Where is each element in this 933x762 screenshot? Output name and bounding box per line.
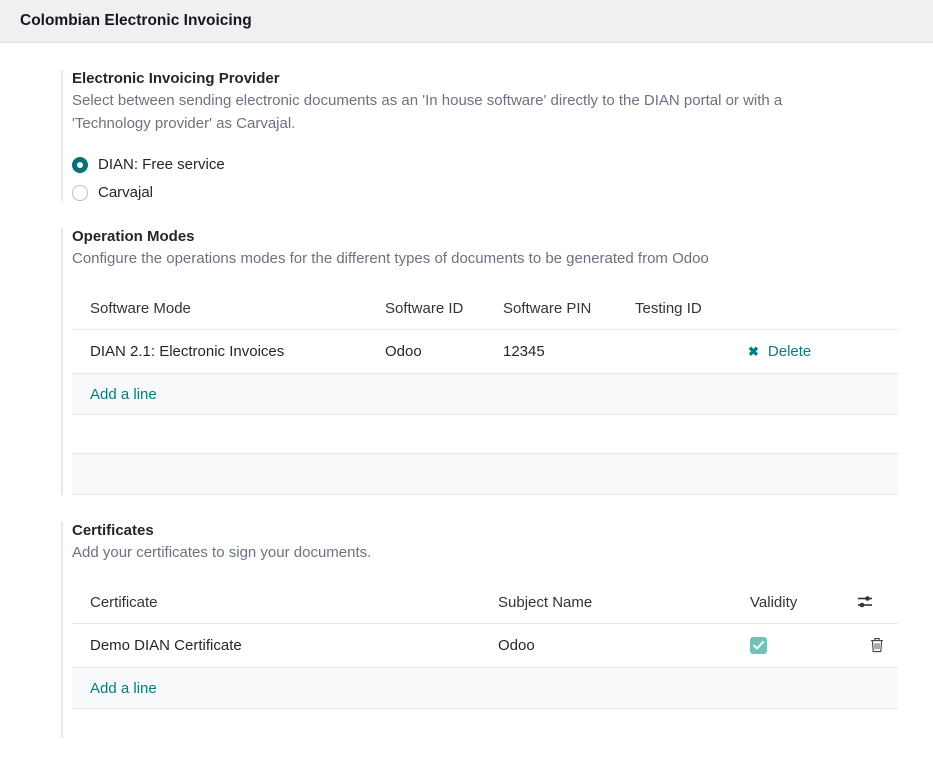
cell-subject-name[interactable]: Odoo bbox=[498, 624, 740, 668]
table-row[interactable]: Demo DIAN Certificate Odoo bbox=[72, 624, 898, 668]
certificates-table: Certificate Subject Name Validity bbox=[72, 583, 898, 710]
operation-modes-section: Operation Modes Configure the operations… bbox=[61, 228, 933, 495]
provider-section: Electronic Invoicing Provider Select bet… bbox=[61, 70, 933, 201]
trash-icon bbox=[870, 641, 884, 656]
table-row[interactable]: DIAN 2.1: Electronic Invoices Odoo 12345… bbox=[72, 330, 898, 374]
provider-radio-group: DIAN: Free service Carvajal bbox=[72, 156, 933, 201]
add-a-line-row: Add a line bbox=[72, 374, 898, 415]
add-a-line-link[interactable]: Add a line bbox=[90, 386, 157, 403]
delete-button-label: Delete bbox=[768, 343, 811, 360]
certificates-description: Add your certificates to sign your docum… bbox=[72, 542, 862, 565]
delete-certificate-button[interactable] bbox=[868, 635, 886, 655]
validity-checkbox-checked[interactable] bbox=[750, 637, 767, 654]
cell-software-id[interactable]: Odoo bbox=[385, 330, 503, 374]
column-header-actions bbox=[740, 289, 898, 330]
certificates-header-row: Certificate Subject Name Validity bbox=[72, 583, 898, 624]
optional-columns-button[interactable] bbox=[855, 592, 875, 612]
column-header-software-id[interactable]: Software ID bbox=[385, 289, 503, 330]
sliders-icon bbox=[857, 598, 873, 613]
radio-option-dian[interactable]: DIAN: Free service bbox=[72, 156, 933, 173]
operation-modes-description: Configure the operations modes for the d… bbox=[72, 248, 862, 271]
cell-software-pin[interactable]: 12345 bbox=[503, 330, 635, 374]
delete-x-icon: ✖ bbox=[748, 345, 759, 358]
add-a-line-link[interactable]: Add a line bbox=[90, 680, 157, 697]
operation-modes-header-row: Software Mode Software ID Software PIN T… bbox=[72, 289, 898, 330]
cell-certificate[interactable]: Demo DIAN Certificate bbox=[72, 624, 498, 668]
cell-actions: ✖ Delete bbox=[740, 330, 898, 374]
delete-button[interactable]: ✖ Delete bbox=[740, 343, 811, 360]
column-header-testing-id[interactable]: Testing ID bbox=[635, 289, 740, 330]
radio-option-dian-label: DIAN: Free service bbox=[98, 156, 225, 173]
column-header-options bbox=[855, 583, 898, 624]
cell-software-mode[interactable]: DIAN 2.1: Electronic Invoices bbox=[72, 330, 385, 374]
page-title: Colombian Electronic Invoicing bbox=[20, 12, 252, 30]
operation-modes-title: Operation Modes bbox=[72, 228, 933, 245]
cell-row-actions bbox=[855, 624, 898, 668]
column-header-certificate[interactable]: Certificate bbox=[72, 583, 498, 624]
page-header: Colombian Electronic Invoicing bbox=[0, 0, 933, 43]
column-header-software-mode[interactable]: Software Mode bbox=[72, 289, 385, 330]
certificates-title: Certificates bbox=[72, 522, 933, 539]
operation-modes-table: Software Mode Software ID Software PIN T… bbox=[72, 289, 898, 496]
provider-section-description: Select between sending electronic docume… bbox=[72, 90, 862, 135]
radio-unchecked-icon[interactable] bbox=[72, 185, 88, 201]
empty-row bbox=[72, 415, 898, 454]
radio-option-carvajal-label: Carvajal bbox=[98, 184, 153, 201]
radio-option-carvajal[interactable]: Carvajal bbox=[72, 184, 933, 201]
provider-section-title: Electronic Invoicing Provider bbox=[72, 70, 933, 87]
column-header-software-pin[interactable]: Software PIN bbox=[503, 289, 635, 330]
radio-checked-icon[interactable] bbox=[72, 157, 88, 173]
certificates-section: Certificates Add your certificates to si… bbox=[61, 522, 933, 738]
cell-validity bbox=[740, 624, 855, 668]
column-header-subject-name[interactable]: Subject Name bbox=[498, 583, 740, 624]
empty-row bbox=[72, 454, 898, 495]
column-header-validity[interactable]: Validity bbox=[740, 583, 855, 624]
add-a-line-row: Add a line bbox=[72, 668, 898, 709]
cell-testing-id[interactable] bbox=[635, 330, 740, 374]
